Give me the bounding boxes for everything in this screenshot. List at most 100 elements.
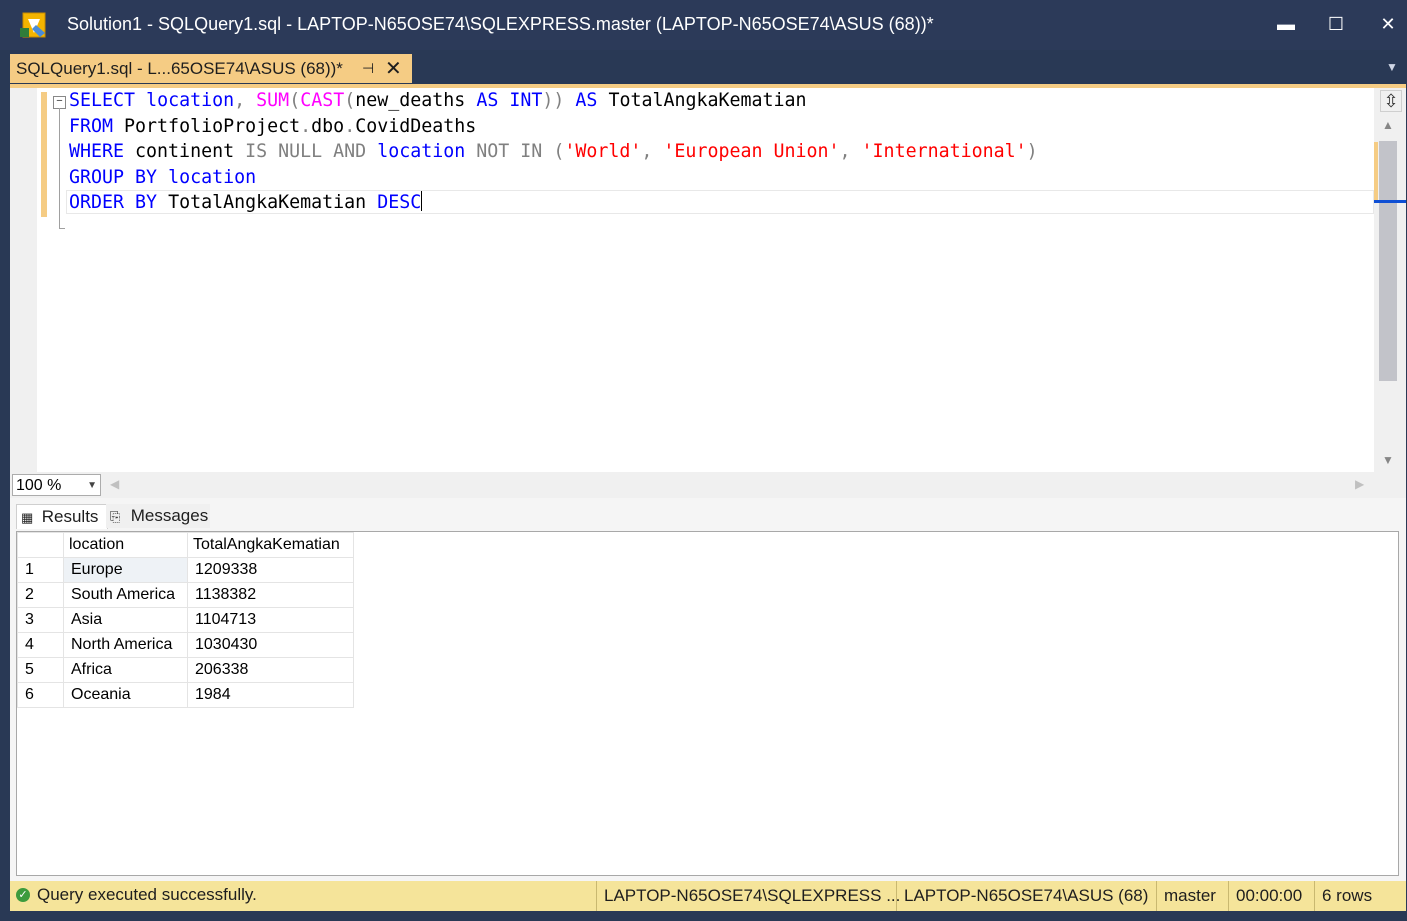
table-row: 6 Oceania 1984 bbox=[17, 682, 354, 708]
zoom-value: 100 % bbox=[16, 477, 62, 494]
scroll-change-marker bbox=[1374, 142, 1378, 202]
zoom-bar: 100 % ▼ ◀ ▶ bbox=[10, 472, 1406, 498]
code-token: location bbox=[168, 166, 257, 188]
code-token: . bbox=[344, 115, 356, 137]
code-token: ORDER BY bbox=[69, 192, 158, 213]
cell-total[interactable]: 1209338 bbox=[187, 557, 354, 583]
status-elapsed-time: 00:00:00 bbox=[1228, 881, 1302, 911]
code-token: AS bbox=[476, 90, 499, 111]
code-token: dbo bbox=[311, 115, 345, 137]
scroll-up-icon[interactable]: ▲ bbox=[1382, 118, 1394, 132]
code-line[interactable]: WHERE continent IS NULL AND location NOT… bbox=[69, 139, 1038, 165]
document-tab-strip: SQLQuery1.sql - L...65OSE74\ASUS (68))* … bbox=[0, 50, 1407, 83]
query-editor[interactable]: − SELECT location, SUM(CAST(new_deaths A… bbox=[10, 84, 1406, 472]
results-table: location TotalAngkaKematian 1 Europe 120… bbox=[17, 532, 354, 708]
tab-results[interactable]: ▦ Results bbox=[16, 504, 108, 529]
code-line[interactable]: ORDER BY TotalAngkaKematian DESC bbox=[69, 190, 1038, 216]
title-bar: Solution1 - SQLQuery1.sql - LAPTOP-N65OS… bbox=[0, 0, 1407, 50]
cell-location[interactable]: Europe bbox=[63, 557, 188, 583]
cell-total[interactable]: 1104713 bbox=[187, 607, 354, 633]
ssms-app-icon bbox=[20, 12, 46, 38]
grid-icon: ▦ bbox=[21, 510, 34, 525]
status-user: LAPTOP-N65OSE74\ASUS (68) bbox=[896, 881, 1148, 911]
close-icon[interactable]: ✕ bbox=[385, 56, 402, 81]
code-line[interactable]: SELECT location, SUM(CAST(new_deaths AS … bbox=[69, 88, 1038, 114]
cell-location[interactable]: North America bbox=[63, 632, 188, 658]
status-message: Query executed successfully. bbox=[37, 885, 257, 904]
code-token: TotalAngkaKematian bbox=[597, 90, 807, 111]
results-grid[interactable]: location TotalAngkaKematian 1 Europe 120… bbox=[16, 531, 1399, 876]
code-token: CovidDeaths bbox=[355, 115, 477, 137]
cell-total[interactable]: 1030430 bbox=[187, 632, 354, 658]
status-database: master bbox=[1156, 881, 1216, 911]
column-header-totalangkakematian[interactable]: TotalAngkaKematian bbox=[187, 532, 354, 558]
cell-location[interactable]: South America bbox=[63, 582, 188, 608]
status-server: LAPTOP-N65OSE74\SQLEXPRESS ... bbox=[596, 881, 900, 911]
split-window-icon[interactable]: ⇳ bbox=[1380, 90, 1402, 112]
change-tracking-bar bbox=[41, 92, 47, 217]
row-number[interactable]: 6 bbox=[17, 682, 64, 708]
results-panel: ▦ Results ⎘ Messages location TotalAngka… bbox=[10, 498, 1406, 881]
cell-location[interactable]: Oceania bbox=[63, 682, 188, 708]
code-token: DESC bbox=[377, 192, 422, 213]
messages-icon: ⎘ bbox=[110, 509, 121, 524]
maximize-button[interactable]: ☐ bbox=[1318, 8, 1354, 40]
code-token: , bbox=[839, 141, 862, 162]
tab-sqlquery1[interactable]: SQLQuery1.sql - L...65OSE74\ASUS (68))* … bbox=[10, 54, 412, 83]
code-token: GROUP BY bbox=[69, 166, 158, 188]
zoom-select[interactable]: 100 % ▼ bbox=[12, 474, 101, 496]
code-token: new_deaths bbox=[355, 90, 477, 111]
row-number[interactable]: 5 bbox=[17, 657, 64, 683]
tab-label: SQLQuery1.sql - L...65OSE74\ASUS (68))* bbox=[16, 59, 343, 78]
table-row: 5 Africa 206338 bbox=[17, 657, 354, 683]
column-header-location[interactable]: location bbox=[63, 532, 188, 558]
code-token: FROM bbox=[69, 115, 114, 137]
code-token: SELECT bbox=[69, 90, 136, 111]
scroll-right-icon[interactable]: ▶ bbox=[1355, 477, 1364, 491]
row-number[interactable]: 4 bbox=[17, 632, 64, 658]
cell-location[interactable]: Asia bbox=[63, 607, 188, 633]
code-token: ( bbox=[553, 141, 565, 162]
sql-code[interactable]: SELECT location, SUM(CAST(new_deaths AS … bbox=[69, 88, 1038, 216]
pin-icon[interactable]: ⊣ bbox=[362, 60, 374, 77]
code-line[interactable]: GROUP BY location bbox=[69, 165, 1038, 191]
vertical-scrollbar[interactable]: ⇳ ▲ ▼ bbox=[1374, 88, 1406, 472]
table-row: 4 North America 1030430 bbox=[17, 632, 354, 658]
outline-line bbox=[59, 108, 60, 228]
cell-total[interactable]: 1984 bbox=[187, 682, 354, 708]
tab-messages[interactable]: ⎘ Messages bbox=[106, 504, 210, 528]
status-bar: ✓ Query executed successfully. LAPTOP-N6… bbox=[10, 881, 1406, 911]
row-number[interactable]: 2 bbox=[17, 582, 64, 608]
code-token: , bbox=[641, 141, 664, 162]
code-token: CAST bbox=[300, 90, 345, 111]
cell-location[interactable]: Africa bbox=[63, 657, 188, 683]
row-number[interactable]: 3 bbox=[17, 607, 64, 633]
code-token: NOT IN bbox=[476, 141, 543, 162]
tab-results-label: Results bbox=[41, 507, 99, 526]
code-token: 'World' bbox=[564, 141, 642, 162]
scroll-thumb[interactable] bbox=[1379, 141, 1397, 381]
row-number-header[interactable] bbox=[17, 532, 64, 558]
success-check-icon: ✓ bbox=[16, 888, 30, 902]
code-token: 'International' bbox=[861, 141, 1027, 162]
editor-gutter bbox=[10, 88, 37, 472]
code-token: PortfolioProject bbox=[113, 115, 301, 137]
code-token: ( bbox=[289, 90, 301, 111]
minimize-button[interactable]: ▬ bbox=[1268, 8, 1304, 40]
code-token: . bbox=[300, 115, 312, 137]
close-window-button[interactable]: ✕ bbox=[1370, 8, 1406, 40]
scroll-down-icon[interactable]: ▼ bbox=[1382, 453, 1394, 467]
scroll-left-icon[interactable]: ◀ bbox=[110, 477, 119, 491]
tab-list-dropdown-icon[interactable]: ▼ bbox=[1386, 60, 1398, 74]
code-line[interactable]: FROM PortfolioProject.dbo.CovidDeaths bbox=[69, 114, 1038, 140]
cell-total[interactable]: 1138382 bbox=[187, 582, 354, 608]
scroll-caret-marker bbox=[1374, 200, 1406, 203]
row-number[interactable]: 1 bbox=[17, 557, 64, 583]
cell-total[interactable]: 206338 bbox=[187, 657, 354, 683]
